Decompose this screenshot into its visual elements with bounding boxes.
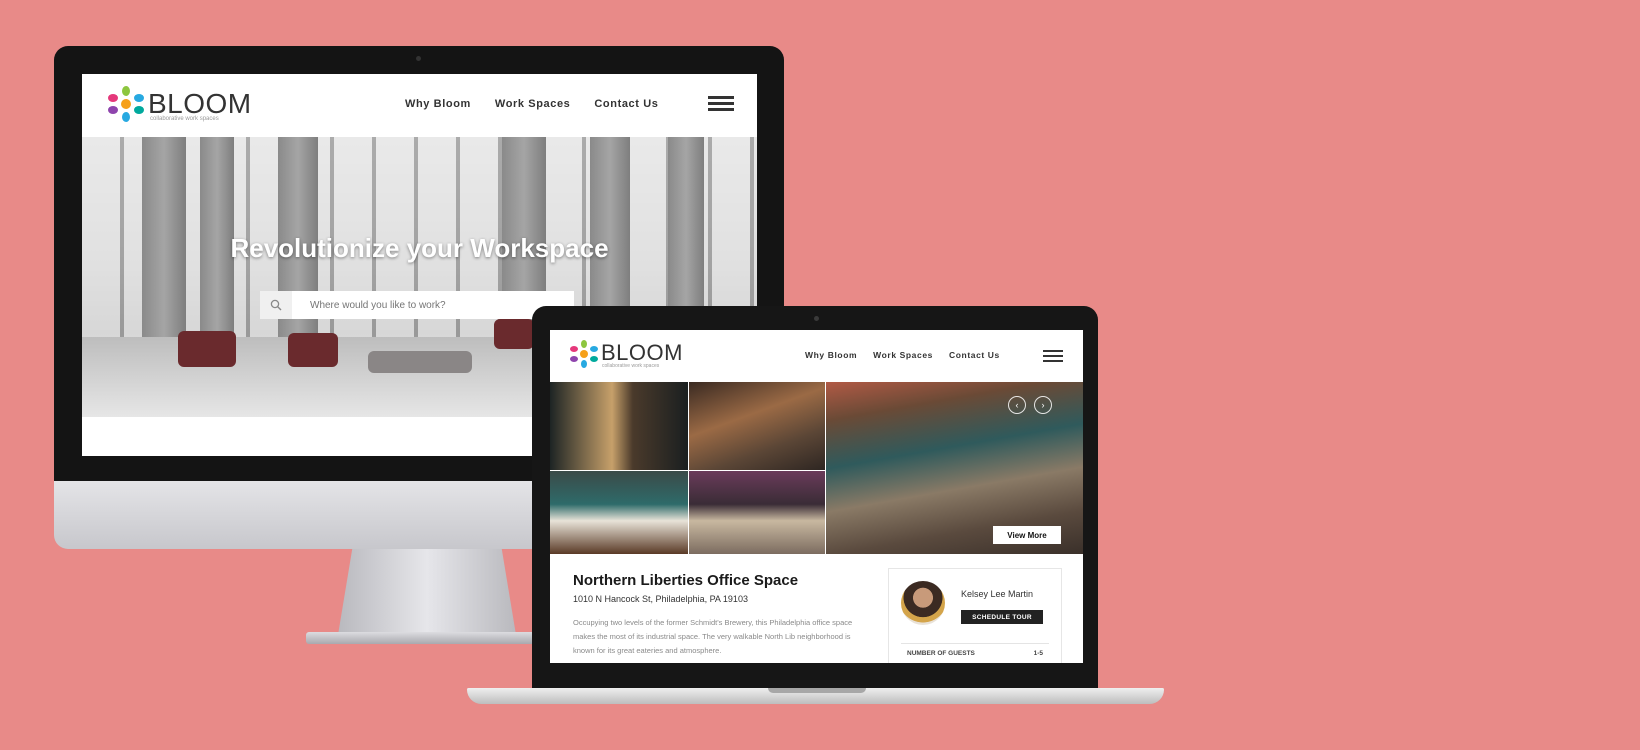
logo-flower-icon [108, 86, 144, 122]
logo-wordmark: BLOOM [148, 88, 252, 119]
desktop-monitor-foot [306, 632, 548, 644]
laptop-notch [768, 688, 866, 693]
site-header: BLOOM collaborative work spaces Why Bloo… [550, 330, 1083, 382]
gallery-photo-lounge[interactable] [689, 382, 825, 470]
schedule-tour-button[interactable]: SCHEDULE TOUR [961, 610, 1043, 624]
gallery-next-icon[interactable]: › [1034, 396, 1052, 414]
brand-logo[interactable]: BLOOM collaborative work spaces [108, 86, 252, 122]
guests-selector[interactable]: NUMBER OF GUESTS 1-5 [901, 643, 1049, 663]
listing-title: Northern Liberties Office Space [573, 572, 799, 589]
nav-contact-us[interactable]: Contact Us [949, 350, 1000, 360]
location-search-bar[interactable] [260, 291, 574, 319]
hero-sofa [368, 351, 472, 373]
hero-chair [178, 331, 236, 367]
photo-gallery: ‹ › View More [550, 382, 1083, 554]
host-avatar [901, 581, 945, 625]
desktop-camera [416, 56, 421, 61]
brand-logo[interactable]: BLOOM collaborative work spaces [570, 340, 683, 369]
hamburger-menu-icon[interactable] [708, 96, 734, 111]
main-nav: Why Bloom Work Spaces Contact Us [405, 98, 658, 110]
search-icon[interactable] [260, 291, 292, 319]
gallery-photo-meeting-room[interactable] [689, 471, 825, 554]
logo-flower-icon [570, 340, 598, 368]
hero-chair [494, 319, 534, 349]
gallery-photo-kitchen[interactable] [550, 471, 688, 554]
gallery-prev-icon[interactable]: ‹ [1008, 396, 1026, 414]
guests-label: NUMBER OF GUESTS [907, 650, 975, 657]
nav-why-bloom[interactable]: Why Bloom [805, 350, 857, 360]
view-more-button[interactable]: View More [993, 526, 1061, 544]
hamburger-menu-icon[interactable] [1043, 350, 1063, 362]
gallery-photo-hallway[interactable] [550, 382, 688, 470]
hero-chair [288, 333, 338, 367]
nav-contact-us[interactable]: Contact Us [594, 98, 658, 110]
listing-address: 1010 N Hancock St, Philadelphia, PA 1910… [573, 594, 748, 604]
logo-tagline: collaborative work spaces [602, 363, 660, 369]
laptop-screen-listing: BLOOM collaborative work spaces Why Bloo… [550, 330, 1083, 663]
desktop-monitor-stand [338, 549, 516, 635]
nav-why-bloom[interactable]: Why Bloom [405, 98, 471, 110]
nav-work-spaces[interactable]: Work Spaces [873, 350, 933, 360]
host-name: Kelsey Lee Martin [961, 589, 1034, 599]
gallery-photo-main[interactable]: ‹ › View More [826, 382, 1083, 554]
listing-description: Occupying two levels of the former Schmi… [573, 618, 853, 655]
host-card: Kelsey Lee Martin SCHEDULE TOUR NUMBER O… [888, 568, 1062, 663]
logo-wordmark: BLOOM [601, 340, 683, 365]
site-header: BLOOM collaborative work spaces Why Bloo… [82, 74, 757, 137]
nav-work-spaces[interactable]: Work Spaces [495, 98, 570, 110]
laptop-camera [814, 316, 819, 321]
logo-tagline: collaborative work spaces [150, 116, 219, 122]
main-nav: Why Bloom Work Spaces Contact Us [805, 350, 1000, 360]
search-input[interactable] [292, 298, 574, 312]
hero-title: Revolutionize your Workspace [230, 233, 609, 263]
guests-value: 1-5 [1033, 650, 1043, 657]
